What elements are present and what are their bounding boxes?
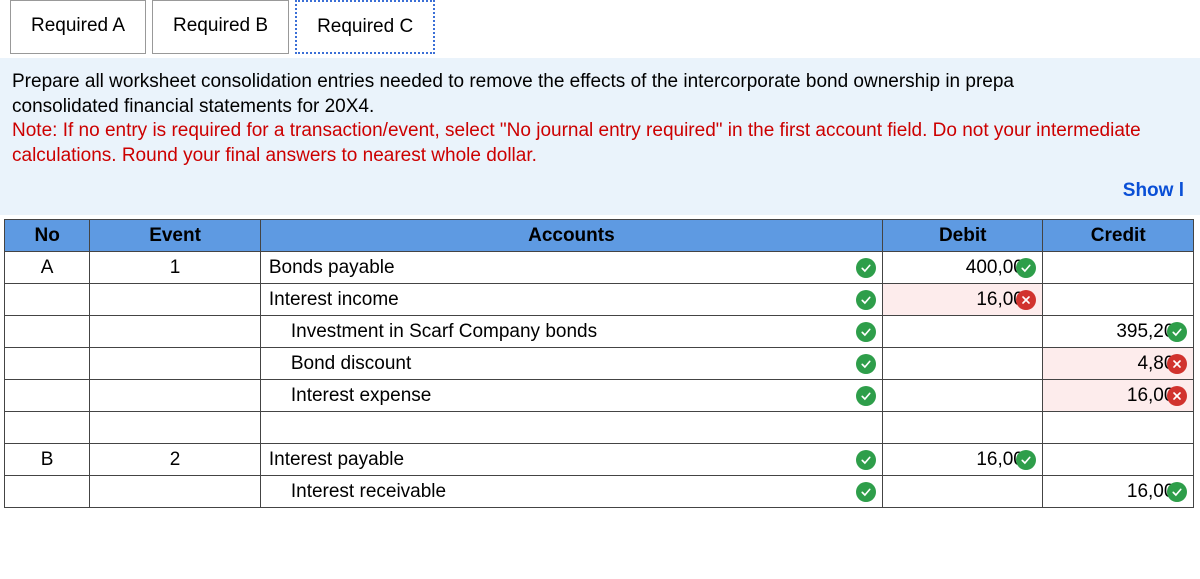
check-icon bbox=[1016, 450, 1036, 470]
check-icon bbox=[856, 482, 876, 502]
check-icon bbox=[1167, 322, 1187, 342]
credit-cell[interactable]: 4,800 bbox=[1043, 348, 1194, 380]
table-row: A 1 Bonds payable 400,000 bbox=[5, 252, 1194, 284]
cell-no: B bbox=[5, 444, 90, 476]
instruction-text-2: consolidated financial statements for 20… bbox=[12, 96, 374, 117]
account-cell[interactable]: Interest income bbox=[260, 284, 882, 316]
col-no: No bbox=[5, 220, 90, 252]
check-icon bbox=[856, 354, 876, 374]
tab-required-a[interactable]: Required A bbox=[10, 0, 146, 54]
table-row: Interest expense 16,000 bbox=[5, 380, 1194, 412]
check-icon bbox=[1016, 258, 1036, 278]
debit-cell[interactable]: 16,000 bbox=[882, 444, 1043, 476]
credit-cell[interactable]: 395,200 bbox=[1043, 316, 1194, 348]
x-icon bbox=[1016, 290, 1036, 310]
debit-cell[interactable]: 400,000 bbox=[882, 252, 1043, 284]
debit-cell[interactable] bbox=[882, 316, 1043, 348]
credit-cell[interactable] bbox=[1043, 252, 1194, 284]
table-row: Investment in Scarf Company bonds 395,20… bbox=[5, 316, 1194, 348]
check-icon bbox=[1167, 482, 1187, 502]
account-cell[interactable]: Interest expense bbox=[260, 380, 882, 412]
debit-cell[interactable] bbox=[882, 348, 1043, 380]
debit-cell[interactable]: 16,000 bbox=[882, 284, 1043, 316]
instruction-panel: Prepare all worksheet consolidation entr… bbox=[0, 58, 1200, 215]
check-icon bbox=[856, 450, 876, 470]
account-cell[interactable]: Bonds payable bbox=[260, 252, 882, 284]
col-credit: Credit bbox=[1043, 220, 1194, 252]
x-icon bbox=[1167, 354, 1187, 374]
account-cell[interactable]: Investment in Scarf Company bonds bbox=[260, 316, 882, 348]
credit-cell[interactable]: 16,000 bbox=[1043, 380, 1194, 412]
table-row bbox=[5, 412, 1194, 444]
journal-table: No Event Accounts Debit Credit A 1 Bonds… bbox=[4, 219, 1194, 508]
cell-event: 2 bbox=[90, 444, 261, 476]
debit-cell[interactable] bbox=[882, 476, 1043, 508]
instruction-note: Note: If no entry is required for a tran… bbox=[12, 120, 1141, 166]
cell-event: 1 bbox=[90, 252, 261, 284]
account-cell[interactable]: Interest payable bbox=[260, 444, 882, 476]
col-debit: Debit bbox=[882, 220, 1043, 252]
account-cell[interactable]: Bond discount bbox=[260, 348, 882, 380]
account-cell[interactable]: Interest receivable bbox=[260, 476, 882, 508]
table-row: Bond discount 4,800 bbox=[5, 348, 1194, 380]
credit-cell[interactable] bbox=[1043, 284, 1194, 316]
credit-cell[interactable] bbox=[1043, 444, 1194, 476]
tab-required-c[interactable]: Required C bbox=[295, 0, 435, 54]
table-row: Interest receivable 16,000 bbox=[5, 476, 1194, 508]
instruction-text-1: Prepare all worksheet consolidation entr… bbox=[12, 71, 1014, 92]
cell-no: A bbox=[5, 252, 90, 284]
check-icon bbox=[856, 290, 876, 310]
table-row: Interest income 16,000 bbox=[5, 284, 1194, 316]
table-row: B 2 Interest payable 16,000 bbox=[5, 444, 1194, 476]
debit-cell[interactable] bbox=[882, 380, 1043, 412]
check-icon bbox=[856, 322, 876, 342]
col-event: Event bbox=[90, 220, 261, 252]
check-icon bbox=[856, 386, 876, 406]
x-icon bbox=[1167, 386, 1187, 406]
check-icon bbox=[856, 258, 876, 278]
credit-cell[interactable]: 16,000 bbox=[1043, 476, 1194, 508]
show-less-link[interactable]: Show l bbox=[12, 169, 1188, 208]
tab-required-b[interactable]: Required B bbox=[152, 0, 289, 54]
col-accounts: Accounts bbox=[260, 220, 882, 252]
tabs-bar: Required A Required B Required C bbox=[0, 0, 1200, 54]
